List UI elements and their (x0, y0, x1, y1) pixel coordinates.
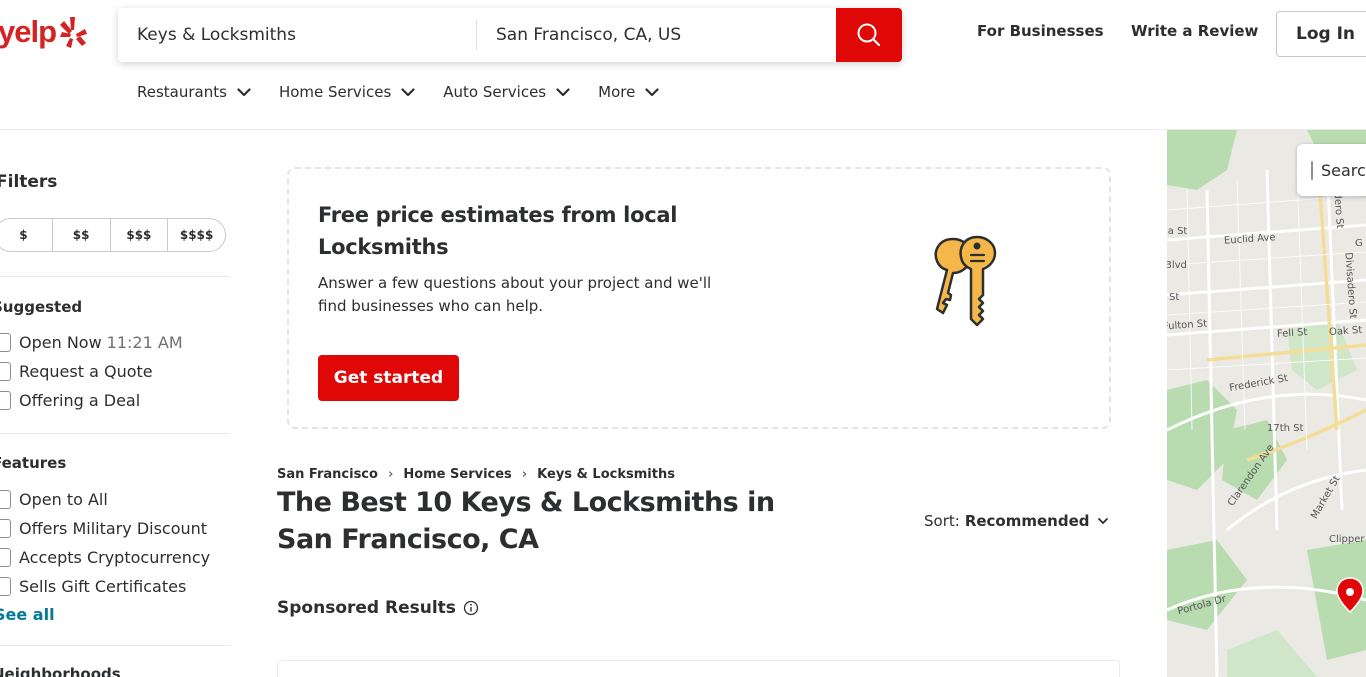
filter-label: Open to All (19, 490, 108, 509)
get-started-button[interactable]: Get started (318, 355, 459, 401)
sort-label: Sort: (924, 512, 960, 530)
keys-icon (934, 235, 997, 327)
write-review-link[interactable]: Write a Review (1131, 22, 1258, 40)
sponsored-result-card[interactable] (277, 660, 1120, 677)
street-label: St (1169, 292, 1180, 303)
breadcrumb-keys-locksmiths[interactable]: Keys & Locksmiths (537, 467, 675, 482)
filter-label: Request a Quote (19, 362, 153, 381)
yelp-logo[interactable]: yelp (0, 14, 88, 50)
features-title: Features (0, 454, 67, 472)
open-now-time: 11:21 AM (106, 333, 183, 352)
filter-military-discount[interactable]: Offers Military Discount (0, 519, 207, 538)
street-label: Oak St (1328, 324, 1363, 339)
results-map[interactable]: ia St Euclid Ave adero St G Blvd Divisad… (1167, 130, 1366, 677)
filter-label: Sells Gift Certificates (19, 577, 187, 596)
category-label: More (598, 83, 636, 101)
login-button[interactable]: Log In (1276, 11, 1366, 57)
category-home-services[interactable]: Home Services (279, 83, 415, 101)
filters-title: Filters (0, 172, 58, 192)
find-input[interactable] (118, 8, 476, 62)
checkbox[interactable] (1311, 160, 1313, 180)
chevron-down-icon (556, 87, 570, 96)
filter-label: Open Now (19, 333, 102, 352)
filter-label: Accepts Cryptocurrency (19, 548, 211, 567)
chevron-down-icon (645, 87, 659, 96)
map-toggle-label: Search as map moves (1321, 160, 1366, 180)
filter-request-quote[interactable]: Request a Quote (0, 362, 153, 381)
checkbox[interactable] (0, 519, 11, 538)
breadcrumb-san-francisco[interactable]: San Francisco (277, 467, 378, 482)
category-more[interactable]: More (598, 83, 659, 101)
chevron-right-icon: › (521, 467, 528, 482)
logo-text: yelp (0, 14, 57, 49)
promo-title: Free price estimates from local Locksmit… (318, 203, 678, 259)
category-restaurants[interactable]: Restaurants (137, 83, 251, 101)
filters-sidebar: Filters $ $$ $$$ $$$$ Suggested Open Now… (0, 130, 231, 677)
category-auto-services[interactable]: Auto Services (443, 83, 570, 101)
info-icon[interactable] (463, 600, 479, 616)
suggested-title: Suggested (0, 298, 83, 316)
filter-label: Offers Military Discount (19, 519, 208, 538)
breadcrumb-home-services[interactable]: Home Services (403, 467, 511, 482)
checkbox[interactable] (0, 333, 11, 352)
filter-open-to-all[interactable]: Open to All (0, 490, 108, 509)
chevron-right-icon: › (387, 467, 394, 482)
search-as-map-moves-toggle[interactable]: Search as map moves (1297, 144, 1366, 196)
chevron-down-icon (1097, 517, 1108, 524)
divider (0, 645, 230, 646)
sort-dropdown[interactable]: Sort: Recommended (924, 512, 1108, 530)
street-label: Blvd (1167, 260, 1187, 271)
category-label: Restaurants (137, 83, 227, 101)
near-input[interactable] (477, 8, 836, 62)
price-option-1[interactable]: $ (0, 219, 53, 251)
divider (0, 433, 230, 434)
street-label: Clipper (1329, 534, 1365, 545)
filter-cryptocurrency[interactable]: Accepts Cryptocurrency (0, 548, 210, 567)
street-label: Fell St (1276, 326, 1308, 341)
category-label: Home Services (278, 83, 392, 101)
sponsored-label: Sponsored Results (277, 598, 456, 618)
price-option-4[interactable]: $$$$ (168, 219, 225, 251)
checkbox[interactable] (0, 490, 11, 509)
sponsored-results-heading: Sponsored Results (277, 598, 479, 618)
checkbox[interactable] (0, 577, 11, 596)
breadcrumb: San Francisco › Home Services › Keys & L… (277, 467, 675, 482)
chevron-down-icon (237, 87, 251, 96)
for-businesses-link[interactable]: For Businesses (977, 22, 1104, 40)
checkbox[interactable] (0, 391, 11, 410)
see-all-link[interactable]: See all (0, 605, 55, 624)
sort-value: Recommended (964, 512, 1090, 530)
neighborhoods-title: Neighborhoods (0, 665, 121, 677)
page-title: The Best 10 Keys & Locksmiths in San Fra… (277, 487, 775, 555)
price-option-2[interactable]: $$ (53, 219, 111, 251)
search-bar (118, 8, 902, 62)
filter-open-now[interactable]: Open Now 11:21 AM (0, 333, 183, 352)
price-option-3[interactable]: $$$ (111, 219, 169, 251)
category-nav: Restaurants Home Services Auto Services … (137, 83, 687, 101)
street-label: 17th St (1267, 423, 1304, 434)
price-filter: $ $$ $$$ $$$$ (0, 218, 226, 252)
top-header: yelp For Businesses Write a Review Log I… (0, 0, 1366, 130)
checkbox[interactable] (0, 548, 11, 567)
divider (0, 276, 230, 277)
promo-description: Answer a few questions about your projec… (318, 274, 712, 315)
street-label: ia St (1167, 226, 1188, 237)
filter-label: Offering a Deal (19, 391, 141, 410)
street-label: G (1355, 238, 1363, 249)
burst-icon (60, 17, 88, 48)
filter-offering-deal[interactable]: Offering a Deal (0, 391, 140, 410)
category-label: Auto Services (443, 83, 547, 101)
search-button[interactable] (836, 8, 902, 62)
chevron-down-icon (401, 87, 415, 96)
search-icon (857, 23, 881, 47)
checkbox[interactable] (0, 362, 11, 381)
price-estimate-promo: Free price estimates from local Locksmit… (287, 167, 1111, 429)
filter-gift-certificates[interactable]: Sells Gift Certificates (0, 577, 186, 596)
